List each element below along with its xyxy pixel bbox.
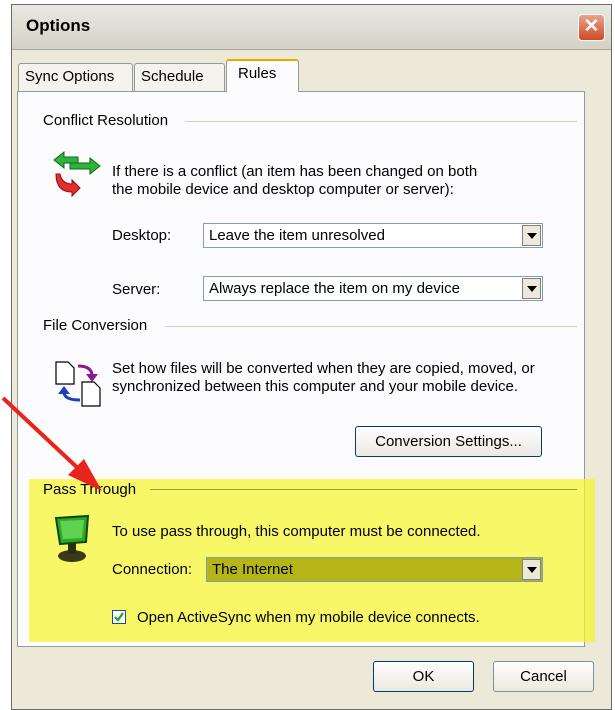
desktop-resolution-select[interactable]: Leave the item unresolved: [203, 223, 543, 248]
tab-rules[interactable]: Rules: [226, 59, 299, 92]
tab-sync-options[interactable]: Sync Options: [18, 63, 133, 91]
chevron-down-icon[interactable]: [522, 225, 541, 246]
close-icon: ✕: [583, 16, 600, 37]
tab-label: Sync Options: [25, 68, 115, 85]
open-activesync-label: Open ActiveSync when my mobile device co…: [137, 609, 480, 626]
tab-label: Rules: [238, 65, 277, 82]
conflict-resolution-heading: Conflict Resolution: [43, 112, 175, 129]
desktop-resolution-value: Leave the item unresolved: [209, 227, 385, 244]
computer-icon: [54, 514, 90, 562]
connection-label: Connection:: [112, 561, 193, 578]
cancel-button[interactable]: Cancel: [493, 661, 594, 692]
pass-through-heading: Pass Through: [43, 481, 137, 498]
connection-value: The Internet: [212, 561, 293, 578]
ok-button[interactable]: OK: [373, 661, 474, 692]
title-bar[interactable]: Options ✕: [12, 5, 611, 50]
server-resolution-select[interactable]: Always replace the item on my device: [203, 276, 543, 301]
group-divider: [185, 121, 577, 122]
group-divider: [165, 326, 577, 327]
pass-through-description: To use pass through, this computer must …: [112, 523, 481, 540]
dialog-title: Options: [26, 16, 91, 35]
chevron-down-icon[interactable]: [522, 559, 541, 580]
file-conversion-heading: File Conversion: [43, 317, 154, 334]
file-conversion-description: Set how files will be converted when the…: [112, 360, 535, 395]
conversion-settings-button[interactable]: Conversion Settings...: [355, 426, 542, 457]
server-resolution-value: Always replace the item on my device: [209, 280, 460, 297]
desktop-label: Desktop:: [112, 227, 172, 244]
conflict-description: If there is a conflict (an item has been…: [112, 163, 478, 198]
tab-schedule[interactable]: Schedule: [134, 63, 225, 91]
group-divider: [150, 489, 577, 490]
checkmark-icon: [114, 612, 124, 622]
connection-select[interactable]: The Internet: [206, 557, 543, 582]
open-activesync-checkbox[interactable]: [112, 610, 126, 624]
server-label: Server:: [112, 281, 161, 298]
close-button[interactable]: ✕: [578, 14, 605, 41]
conflict-arrows-icon: [53, 150, 101, 198]
tab-label: Schedule: [141, 68, 204, 85]
file-conversion-icon: [55, 361, 101, 407]
chevron-down-icon[interactable]: [522, 278, 541, 299]
